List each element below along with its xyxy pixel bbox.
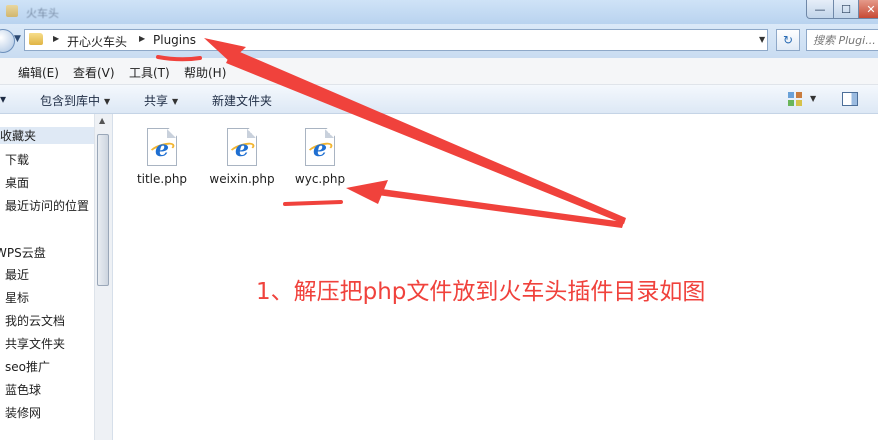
preview-pane-icon[interactable] xyxy=(842,92,858,106)
sidebar-item-shared-folder[interactable]: 共享文件夹 xyxy=(5,335,65,352)
menu-help[interactable]: 帮助(H) xyxy=(184,64,226,81)
sidebar-item-recent-places[interactable]: 最近访问的位置 xyxy=(5,197,89,214)
window-title: 火车头 xyxy=(26,7,59,20)
toolbar-overflow-arrow-icon[interactable]: ▾ xyxy=(0,92,6,106)
file-name: title.php xyxy=(136,172,188,186)
change-view-icon[interactable] xyxy=(788,92,802,106)
breadcrumb-plugins[interactable]: Plugins xyxy=(153,33,196,47)
sidebar-item-my-cloud-docs[interactable]: 我的云文档 xyxy=(5,312,65,329)
navigation-pane: 收藏夹 下载 桌面 最近访问的位置 WPS云盘 最近 星标 我的云文档 共享文件… xyxy=(0,114,113,440)
history-dropdown-icon[interactable]: ▼ xyxy=(14,34,21,44)
file-name: wyc.php xyxy=(294,172,346,186)
file-item-title-php[interactable]: e title.php xyxy=(117,128,207,186)
file-name: weixin.php xyxy=(209,172,275,186)
view-dropdown-icon[interactable]: ▼ xyxy=(810,94,816,103)
sidebar-favorites-header[interactable]: 收藏夹 xyxy=(0,127,94,144)
folder-icon xyxy=(29,33,43,45)
file-item-wyc-php[interactable]: e wyc.php xyxy=(275,128,365,186)
folder-window-icon xyxy=(6,5,18,17)
sidebar-item-seo[interactable]: seo推广 xyxy=(5,358,50,375)
file-item-weixin-php[interactable]: e weixin.php xyxy=(197,128,287,186)
chevron-down-icon: ▼ xyxy=(172,97,179,106)
sidebar-item-desktop[interactable]: 桌面 xyxy=(5,174,29,191)
scroll-up-arrow-icon[interactable]: ▲ xyxy=(99,116,105,125)
refresh-icon: ↻ xyxy=(782,33,794,47)
scrollbar-thumb[interactable] xyxy=(97,134,109,286)
sidebar-item-recent[interactable]: 最近 xyxy=(5,266,29,283)
refresh-button[interactable]: ↻ xyxy=(776,29,800,51)
include-in-library-button[interactable]: 包含到库中 ▼ xyxy=(40,92,110,109)
menu-tools[interactable]: 工具(T) xyxy=(129,64,170,81)
sidebar-item-downloads[interactable]: 下载 xyxy=(5,151,29,168)
sidebar-wps-header[interactable]: WPS云盘 xyxy=(0,244,46,261)
menu-bar: 编辑(E) 查看(V) 工具(T) 帮助(H) xyxy=(0,58,878,85)
back-button[interactable] xyxy=(0,29,15,53)
annotation-instruction: 1、解压把php文件放到火车头插件目录如图 xyxy=(256,279,706,305)
share-label: 共享 xyxy=(144,94,169,108)
title-bar: 火车头 — ☐ ✕ xyxy=(0,0,878,24)
sidebar-item-decoration[interactable]: 装修网 xyxy=(5,404,41,421)
close-button[interactable]: ✕ xyxy=(858,0,878,19)
new-folder-button[interactable]: 新建文件夹 xyxy=(212,92,272,109)
address-dropdown-icon[interactable]: ▼ xyxy=(759,35,765,44)
chevron-down-icon: ▼ xyxy=(104,97,111,106)
ie-php-file-icon: e xyxy=(227,128,257,166)
ie-php-file-icon: e xyxy=(147,128,177,166)
share-button[interactable]: 共享 ▼ xyxy=(144,92,178,109)
search-box[interactable] xyxy=(806,29,878,51)
sidebar-scrollbar[interactable]: ▲ xyxy=(94,114,112,440)
breadcrumb-separator-icon[interactable]: ▶ xyxy=(53,34,59,43)
maximize-button[interactable]: ☐ xyxy=(833,0,859,19)
sidebar-item-starred[interactable]: 星标 xyxy=(5,289,29,306)
breadcrumb-separator-icon[interactable]: ▶ xyxy=(139,34,145,43)
search-input[interactable] xyxy=(813,31,878,49)
menu-edit[interactable]: 编辑(E) xyxy=(18,64,59,81)
menu-view[interactable]: 查看(V) xyxy=(73,64,115,81)
command-toolbar: ▾ 包含到库中 ▼ 共享 ▼ 新建文件夹 ▼ xyxy=(0,85,878,114)
include-in-library-label: 包含到库中 xyxy=(40,94,101,108)
sidebar-item-blue-ball[interactable]: 蓝色球 xyxy=(5,381,41,398)
address-box[interactable]: ▶ 开心火车头 ▶ Plugins ▼ xyxy=(24,29,768,51)
breadcrumb-kaixin[interactable]: 开心火车头 xyxy=(67,33,127,50)
address-bar: ▼ ▶ 开心火车头 ▶ Plugins ▼ ↻ xyxy=(0,24,878,58)
minimize-button[interactable]: — xyxy=(806,0,834,19)
ie-php-file-icon: e xyxy=(305,128,335,166)
